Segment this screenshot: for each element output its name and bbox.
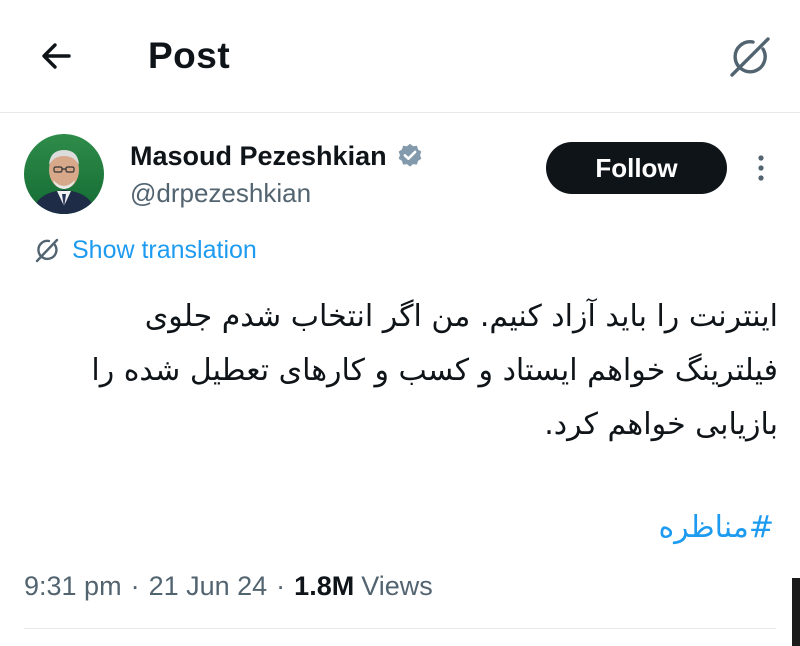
author-name-row: Masoud Pezeshkian: [130, 136, 425, 176]
verified-badge-icon: [395, 141, 425, 171]
meta-separator: ·: [276, 571, 286, 601]
scrollbar[interactable]: [792, 578, 800, 646]
profile-photo-image: [24, 134, 104, 214]
more-vertical-icon: [758, 155, 764, 181]
follow-button[interactable]: Follow: [546, 142, 727, 194]
translate-globe-icon: [32, 235, 62, 265]
meta-separator: ·: [130, 571, 140, 601]
tweet-text: اینترنت را باید آزاد کنیم. من اگر انتخاب…: [91, 299, 778, 442]
grok-icon: [730, 37, 770, 77]
tweet-date[interactable]: 21 Jun 24: [149, 566, 268, 606]
post-header: Post: [0, 0, 800, 113]
divider: [24, 628, 776, 629]
more-options-button[interactable]: [744, 148, 778, 188]
arrow-left-icon: [42, 43, 71, 69]
tweet-time[interactable]: 9:31 pm: [24, 566, 122, 606]
hashtag-link[interactable]: #مناظره: [658, 504, 774, 552]
tweet-meta: 9:31 pm · 21 Jun 24 · 1.8M Views: [24, 566, 433, 606]
author-name[interactable]: Masoud Pezeshkian: [130, 138, 387, 174]
views-label: Views: [361, 571, 433, 601]
grok-button[interactable]: [724, 31, 776, 83]
views-count: 1.8M: [294, 571, 355, 601]
back-button[interactable]: [34, 34, 78, 78]
author-handle[interactable]: @drpezeshkian: [130, 176, 311, 210]
show-translation-label: Show translation: [72, 236, 257, 264]
page-title: Post: [148, 35, 231, 76]
show-translation-link[interactable]: Show translation: [32, 234, 257, 266]
avatar[interactable]: [24, 134, 104, 214]
